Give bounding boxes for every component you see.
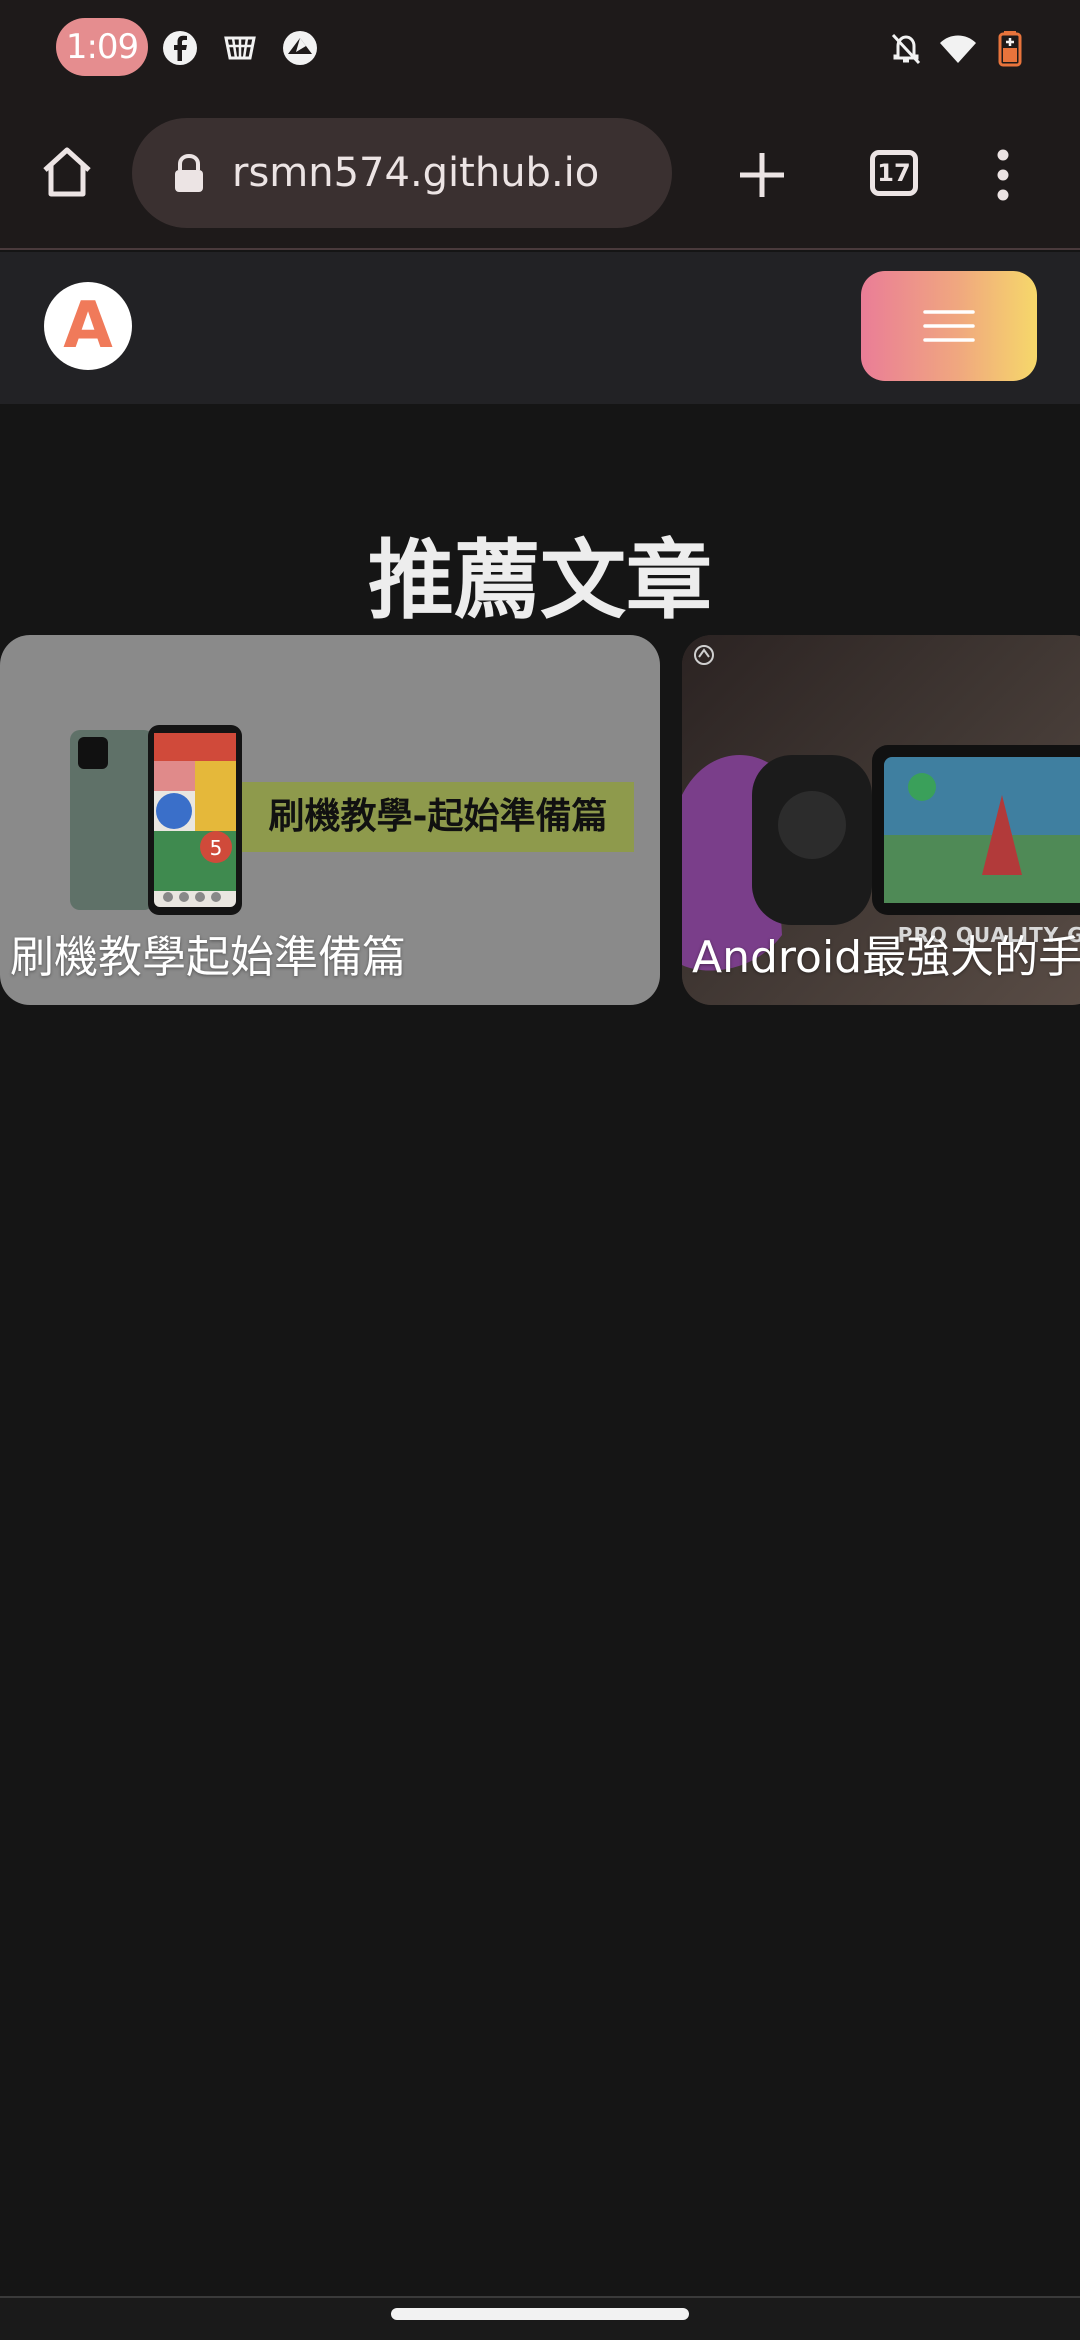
card-banner: 刷機教學-起始準備篇 bbox=[242, 782, 634, 852]
logo-letter: A bbox=[63, 289, 113, 363]
plus-icon bbox=[740, 153, 784, 197]
screen: 1:09 rsmn574.github.io 17 A 推薦文章 5 刷機教學-… bbox=[0, 0, 1080, 2340]
site-logo[interactable]: A bbox=[44, 282, 132, 370]
status-time: 1:09 bbox=[56, 18, 148, 76]
battery-icon bbox=[998, 31, 1022, 67]
site-header: A bbox=[0, 252, 1080, 404]
brand-mark-icon bbox=[694, 645, 714, 665]
gesture-handle[interactable] bbox=[391, 2308, 689, 2320]
article-card[interactable]: PRO QUALITY GAM Android最強大的手 bbox=[682, 635, 1080, 1005]
new-tab-button[interactable] bbox=[722, 135, 802, 215]
home-button[interactable] bbox=[30, 135, 104, 209]
home-icon bbox=[43, 147, 91, 197]
tab-switcher-button[interactable]: 17 bbox=[870, 150, 918, 196]
wifi-icon bbox=[940, 35, 976, 63]
browser-toolbar: rsmn574.github.io 17 bbox=[0, 100, 1080, 250]
status-bar: 1:09 bbox=[0, 0, 1080, 100]
facebook-icon bbox=[163, 31, 197, 65]
hamburger-menu-button[interactable] bbox=[861, 271, 1037, 381]
more-vert-icon bbox=[997, 149, 1009, 201]
hamburger-icon bbox=[923, 310, 975, 342]
card-caption: 刷機教學起始準備篇 bbox=[10, 932, 406, 983]
url-text: rsmn574.github.io bbox=[232, 150, 600, 196]
section-title: 推薦文章 bbox=[368, 531, 712, 631]
gesture-nav-bar bbox=[0, 2296, 1080, 2340]
more-menu-button[interactable] bbox=[985, 135, 1021, 215]
phone-badge: 5 bbox=[210, 836, 223, 860]
phone-illustration: 5 bbox=[70, 725, 242, 915]
bell-off-icon bbox=[891, 33, 921, 65]
app-icon-2 bbox=[283, 31, 317, 65]
lock-icon bbox=[175, 153, 203, 192]
address-bar[interactable]: rsmn574.github.io bbox=[132, 118, 672, 228]
app-icon bbox=[224, 36, 256, 60]
article-card[interactable]: 5 刷機教學-起始準備篇 刷機教學起始準備篇 bbox=[0, 635, 660, 1005]
card-caption: Android最強大的手 bbox=[692, 932, 1080, 983]
